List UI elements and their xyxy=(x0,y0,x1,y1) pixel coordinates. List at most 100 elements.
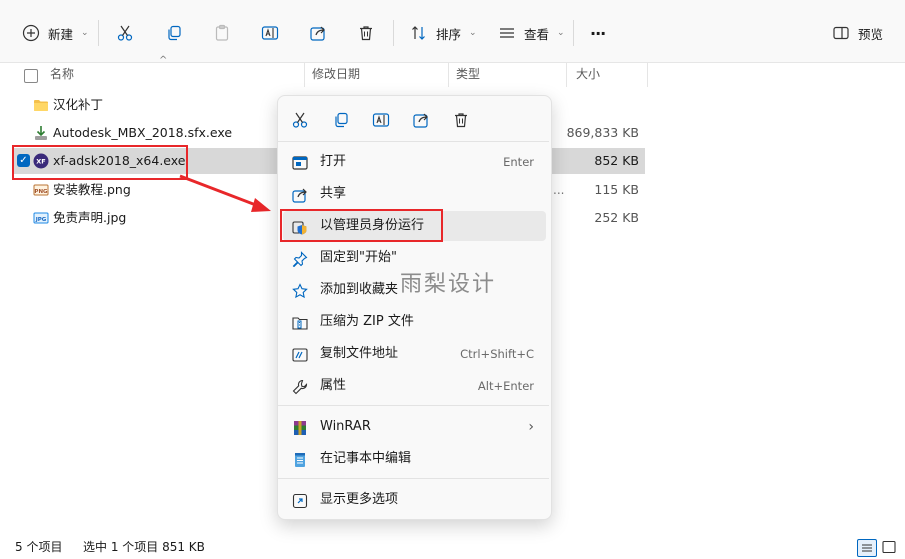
menu-item-label: 压缩为 ZIP 文件 xyxy=(320,314,414,329)
ctx-rename-button[interactable] xyxy=(369,108,393,132)
tiles-view-button[interactable] xyxy=(880,539,898,555)
paste-button[interactable] xyxy=(211,20,233,46)
file-name: Autodesk_MBX_2018.sfx.exe xyxy=(53,125,233,140)
trash-icon xyxy=(355,22,377,44)
menu-item-shortcut: Alt+Enter xyxy=(477,379,534,393)
jpg-file-icon: JPG xyxy=(33,210,49,226)
details-view-icon xyxy=(862,544,872,552)
column-header-size[interactable]: 大小 xyxy=(576,63,600,87)
menu-item-label: 属性 xyxy=(320,378,347,393)
ctx-cut-button[interactable] xyxy=(288,108,312,132)
menu-item-edit-notepad[interactable]: 在记事本中编辑 xyxy=(283,444,546,474)
menu-item-label: 固定到"开始" xyxy=(320,250,397,265)
copy-icon xyxy=(163,22,185,44)
menu-item-open[interactable]: 打开 Enter xyxy=(283,147,546,177)
ctx-share-button[interactable] xyxy=(409,108,433,132)
select-all-checkbox[interactable] xyxy=(24,69,38,83)
menu-item-properties[interactable]: 属性 Alt+Enter xyxy=(283,371,546,401)
wrench-icon xyxy=(291,378,309,396)
file-type: ... xyxy=(553,183,565,197)
column-header-modified[interactable]: 修改日期 xyxy=(312,63,360,87)
column-divider[interactable] xyxy=(566,63,567,87)
share-button[interactable] xyxy=(307,20,329,46)
sort-button[interactable]: 排序 ⌄ xyxy=(408,20,477,46)
plus-circle-icon xyxy=(20,22,42,44)
column-divider[interactable] xyxy=(304,63,305,87)
menu-item-copy-path[interactable]: 复制文件地址 Ctrl+Shift+C xyxy=(283,339,546,369)
installer-icon xyxy=(33,125,49,141)
menu-item-show-more-options[interactable]: 显示更多选项 xyxy=(283,485,546,515)
column-header-name[interactable]: 名称 xyxy=(50,63,74,87)
sort-button-label: 排序 xyxy=(436,26,462,42)
sort-ascending-icon: ^ xyxy=(159,55,168,66)
png-file-icon: PNG xyxy=(33,182,49,198)
file-size: 252 KB xyxy=(594,210,639,225)
more-button[interactable]: ··· xyxy=(590,20,606,46)
column-divider[interactable] xyxy=(647,63,648,87)
share-icon xyxy=(413,113,428,128)
menu-item-label: 添加到收藏夹 xyxy=(320,282,399,297)
ctx-delete-button[interactable] xyxy=(449,108,473,132)
tiles-view-icon xyxy=(882,540,896,554)
star-icon xyxy=(291,282,309,300)
file-name: 免责声明.jpg xyxy=(53,210,127,225)
copy-icon xyxy=(335,112,348,128)
details-view-button[interactable] xyxy=(857,539,877,557)
item-count: 5 个项目 xyxy=(15,540,63,554)
trash-icon xyxy=(455,113,467,128)
delete-button[interactable] xyxy=(355,20,377,46)
chevron-right-icon: › xyxy=(528,419,534,435)
rename-button[interactable] xyxy=(259,20,281,46)
menu-item-shortcut: Enter xyxy=(503,155,534,169)
view-button[interactable]: 查看 ⌄ xyxy=(496,20,565,46)
menu-separator xyxy=(278,478,549,479)
annotation-highlight-box xyxy=(12,145,188,180)
file-name: 汉化补丁 xyxy=(53,97,104,112)
more-options-icon xyxy=(291,492,309,510)
preview-label: 预览 xyxy=(858,26,884,42)
menu-separator xyxy=(278,405,549,406)
share-icon xyxy=(307,22,329,44)
new-button-label: 新建 xyxy=(48,26,74,42)
file-size: 115 KB xyxy=(594,182,639,197)
menu-item-compress-zip[interactable]: 压缩为 ZIP 文件 xyxy=(283,307,546,337)
notepad-icon xyxy=(291,451,309,469)
menu-separator xyxy=(278,141,549,142)
column-divider[interactable] xyxy=(448,63,449,87)
watermark-text: 雨梨设计 xyxy=(400,272,497,297)
menu-item-share[interactable]: 共享 xyxy=(283,179,546,209)
chevron-down-icon: ⌄ xyxy=(81,28,89,38)
menu-item-label: 共享 xyxy=(320,186,347,201)
scissors-icon xyxy=(114,22,136,44)
preview-pane-icon xyxy=(830,22,852,44)
chevron-down-icon: ⌄ xyxy=(469,28,477,38)
menu-item-label: 打开 xyxy=(320,154,347,169)
menu-item-label: 显示更多选项 xyxy=(320,492,399,507)
copy-button[interactable] xyxy=(163,20,185,46)
menu-item-winrar[interactable]: WinRAR › xyxy=(283,412,546,442)
file-size: 852 KB xyxy=(594,153,639,168)
column-header-type[interactable]: 类型 xyxy=(456,63,480,87)
sort-arrows-icon xyxy=(408,22,430,44)
clipboard-icon xyxy=(211,22,233,44)
context-menu: 打开 Enter 共享 以管理员身份运行 固定到"开始" 添加到收藏夹 压缩为 … xyxy=(277,95,552,520)
svg-text:JPG: JPG xyxy=(35,217,47,223)
chevron-down-icon: ⌄ xyxy=(557,28,565,38)
new-button[interactable]: 新建 ⌄ xyxy=(20,20,89,46)
menu-item-label: 在记事本中编辑 xyxy=(320,451,412,466)
file-size: 869,833 KB xyxy=(566,125,639,140)
rename-icon xyxy=(259,22,281,44)
share-icon xyxy=(291,186,309,204)
preview-pane-button[interactable]: 预览 xyxy=(830,20,883,46)
rename-icon xyxy=(372,113,390,127)
more-dots-icon: ··· xyxy=(590,23,606,43)
status-bar: 5 个项目 选中 1 个项目 851 KB xyxy=(0,535,905,559)
winrar-icon xyxy=(291,419,309,437)
pin-icon xyxy=(291,250,309,268)
zip-icon xyxy=(291,314,309,332)
ctx-copy-button[interactable] xyxy=(329,108,353,132)
column-header-row: 名称 ^ 修改日期 类型 大小 xyxy=(0,55,648,87)
annotation-arrow xyxy=(179,174,271,212)
menu-item-label: WinRAR xyxy=(320,419,371,434)
cut-button[interactable] xyxy=(114,20,136,46)
